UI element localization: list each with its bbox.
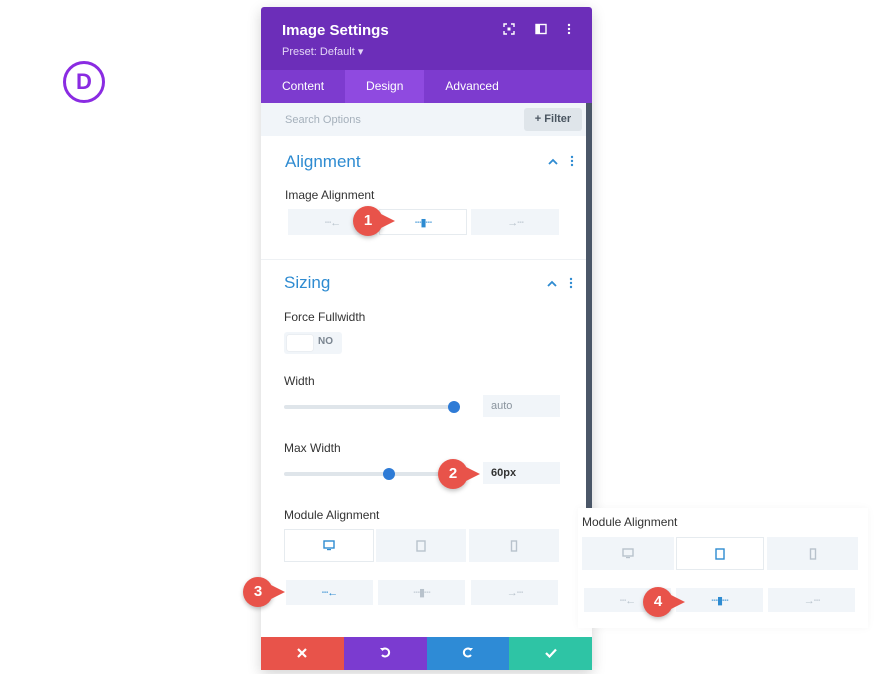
align-left-icon: ┄← (324, 216, 342, 229)
filter-label: Filter (544, 113, 572, 125)
tablet-icon (416, 539, 426, 552)
image-alignment-label: Image Alignment (285, 188, 375, 202)
width-input[interactable]: auto (483, 395, 560, 417)
close-icon (297, 648, 308, 658)
tablet-icon (715, 547, 725, 560)
sidebar-toggle-icon[interactable] (533, 23, 549, 39)
check-icon (544, 648, 557, 659)
redo-icon (462, 647, 473, 658)
align-center-icon: ┄▮┄ (414, 216, 432, 229)
tab-design[interactable]: Design (345, 70, 425, 103)
overlay-module-alignment-label: Module Alignment (582, 515, 678, 529)
module-align-left-button[interactable]: ┄← (286, 580, 373, 605)
overlay-device-desktop-button[interactable] (582, 537, 674, 570)
align-center-icon: ┄▮┄ (711, 594, 728, 607)
width-slider-track[interactable] (284, 405, 454, 409)
image-align-right-button[interactable]: →┄ (471, 209, 559, 235)
modal-footer (261, 637, 592, 670)
modal-header: Image Settings Preset: Default ▾ (261, 7, 592, 70)
force-fullwidth-label: Force Fullwidth (284, 310, 366, 324)
scrollbar[interactable] (586, 103, 592, 509)
more-options-icon[interactable] (561, 23, 577, 39)
save-button[interactable] (509, 637, 592, 670)
device-phone-button[interactable] (469, 529, 559, 562)
desktop-icon (622, 548, 634, 559)
alignment-section-title[interactable]: Alignment (285, 152, 361, 172)
width-label: Width (284, 374, 315, 388)
module-align-center-button[interactable]: ┄▮┄ (378, 580, 465, 605)
redo-button[interactable] (426, 637, 510, 670)
collapse-sizing-icon[interactable] (547, 277, 557, 291)
align-right-icon: →┄ (803, 594, 821, 607)
max-width-slider-handle[interactable] (383, 468, 395, 480)
alignment-menu-icon[interactable] (570, 155, 574, 170)
overlay-device-tablet-button[interactable] (676, 537, 764, 570)
preset-selector[interactable]: Preset: Default ▾ (282, 45, 363, 58)
callout-3: 3 (243, 577, 285, 607)
sizing-section-title[interactable]: Sizing (284, 273, 330, 293)
undo-button[interactable] (343, 637, 427, 670)
callout-2: 2 (438, 459, 480, 489)
divi-logo: D (63, 61, 105, 103)
fullscreen-icon[interactable] (501, 23, 517, 39)
callout-1: 1 (353, 206, 395, 236)
callout-4: 4 (643, 587, 685, 617)
device-tablet-button[interactable] (376, 529, 466, 562)
max-width-input[interactable]: 60px (483, 462, 560, 484)
overlay-align-right-button[interactable]: →┄ (768, 588, 855, 612)
phone-icon (809, 547, 816, 560)
tab-advanced[interactable]: Advanced (424, 70, 519, 103)
modal-title: Image Settings (282, 22, 389, 39)
align-right-icon: →┄ (506, 587, 524, 599)
filter-button[interactable]: + Filter (524, 108, 582, 131)
cancel-button[interactable] (261, 637, 344, 670)
max-width-slider-track[interactable] (284, 472, 454, 476)
device-desktop-button[interactable] (284, 529, 374, 562)
align-center-icon: ┄▮┄ (413, 587, 430, 599)
module-alignment-label: Module Alignment (284, 508, 380, 522)
tab-bar: Content Design Advanced (261, 70, 592, 103)
overlay-device-phone-button[interactable] (767, 537, 858, 570)
search-input[interactable] (275, 103, 515, 136)
force-fullwidth-toggle[interactable]: NO (284, 332, 342, 354)
phone-icon (510, 539, 518, 552)
plus-icon: + (534, 113, 542, 125)
module-align-right-button[interactable]: →┄ (471, 580, 558, 605)
align-right-icon: →┄ (507, 216, 524, 229)
sizing-menu-icon[interactable] (569, 277, 573, 292)
max-width-label: Max Width (284, 441, 341, 455)
align-left-icon: ┄← (619, 594, 637, 607)
toggle-value: NO (318, 336, 333, 347)
align-left-icon: ┄← (321, 587, 339, 599)
tab-content[interactable]: Content (261, 70, 345, 103)
undo-icon (380, 647, 391, 658)
overlay-align-center-button[interactable]: ┄▮┄ (676, 588, 763, 612)
width-slider-handle[interactable] (448, 401, 460, 413)
collapse-alignment-icon[interactable] (548, 155, 558, 169)
toggle-knob (287, 335, 313, 351)
search-bar: + Filter (261, 103, 592, 136)
desktop-icon (323, 540, 335, 551)
section-divider (261, 259, 586, 260)
stage: D Image Settings Preset: Default ▾ Conte… (0, 0, 880, 674)
